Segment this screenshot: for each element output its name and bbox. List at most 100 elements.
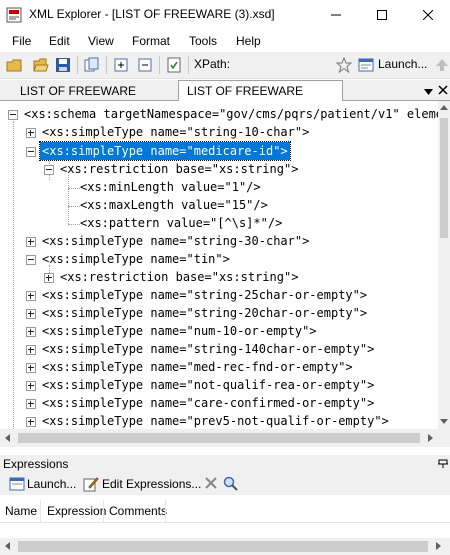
toolbar: XPath: Launch... [0, 52, 450, 79]
menu-file[interactable]: File [12, 34, 31, 48]
edit-icon[interactable] [83, 476, 99, 495]
expand-toggle[interactable] [26, 237, 36, 247]
expressions-launch-button[interactable]: Launch... [27, 477, 76, 491]
tree-connector [68, 175, 69, 224]
expand-all-icon[interactable] [113, 57, 129, 73]
star-icon[interactable] [335, 56, 353, 74]
menu-format[interactable]: Format [132, 34, 170, 48]
expressions-scroll-thumb[interactable] [18, 541, 428, 552]
expressions-grid-header: Name Expression Comments [0, 500, 450, 523]
open-folder-icon[interactable] [33, 57, 49, 73]
edit-expressions-button[interactable]: Edit Expressions... [102, 477, 201, 491]
scroll-right-icon[interactable] [436, 542, 442, 550]
xml-tree-view[interactable]: <xs:schema targetNamespace="gov/cms/pqrs… [0, 101, 438, 429]
delete-icon[interactable] [205, 477, 217, 489]
tree-node[interactable]: <xs:pattern value="[^\s]*"/> [0, 214, 282, 232]
tree-node[interactable]: <xs:simpleType name="string-20char-or-em… [0, 304, 367, 322]
expand-toggle[interactable] [26, 399, 36, 409]
launch-button[interactable]: Launch... [378, 57, 427, 71]
expand-toggle[interactable] [26, 128, 36, 138]
menu-help[interactable]: Help [236, 34, 261, 48]
launch-icon[interactable] [9, 476, 25, 495]
tab-list-arrow-icon[interactable] [424, 85, 433, 99]
expand-toggle[interactable] [26, 417, 36, 427]
expand-toggle[interactable] [26, 381, 36, 391]
tree-node[interactable]: <xs:restriction base="xs:string"> [0, 268, 298, 286]
scroll-down-icon[interactable] [440, 419, 448, 425]
tree-node[interactable]: <xs:simpleType name="not-qualif-rea-or-e… [0, 376, 374, 394]
node-text: <xs:pattern value="[^\s]*"/> [80, 216, 283, 230]
menu-edit[interactable]: Edit [49, 34, 70, 48]
expand-toggle[interactable] [44, 273, 54, 283]
node-text: <xs:simpleType name="not-qualif-rea-or-e… [42, 378, 375, 392]
toolbar-separator [106, 56, 107, 74]
toolbar-separator [188, 56, 189, 74]
expand-toggle[interactable] [26, 345, 36, 355]
title-bar: XML Explorer - [LIST OF FREEWARE (3).xsd… [0, 0, 450, 30]
search-icon[interactable] [223, 476, 238, 491]
tree-node-schema[interactable]: <xs:schema targetNamespace="gov/cms/pqrs… [0, 105, 438, 123]
expressions-panel-header: Expressions [0, 455, 450, 473]
node-text: <xs:simpleType name="prev5-not-qualif-or… [42, 414, 389, 428]
tree-node[interactable]: <xs:simpleType name="num-10-or-empty"> [0, 322, 317, 340]
minimize-button[interactable] [313, 0, 359, 30]
collapse-toggle[interactable] [26, 147, 36, 157]
expand-toggle[interactable] [26, 291, 36, 301]
column-divider[interactable] [165, 500, 166, 522]
expand-toggle[interactable] [26, 327, 36, 337]
collapse-toggle[interactable] [8, 110, 18, 120]
tree-node[interactable]: <xs:minLength value="1"/> [0, 178, 261, 196]
node-text: <xs:simpleType name="string-10-char"> [42, 125, 310, 139]
tree-node[interactable]: <xs:simpleType name="care-confirmed-or-e… [0, 394, 374, 412]
tree-node[interactable]: <xs:simpleType name="string-25char-or-em… [0, 286, 367, 304]
menu-bar: File Edit View Format Tools Help [0, 30, 450, 52]
expand-toggle[interactable] [26, 309, 36, 319]
horizontal-scroll-thumb[interactable] [18, 433, 420, 443]
collapse-toggle[interactable] [44, 165, 54, 175]
save-icon[interactable] [55, 57, 71, 73]
scroll-up-icon[interactable] [440, 105, 448, 111]
copy-icon[interactable] [84, 57, 100, 73]
tree-node[interactable]: <xs:restriction base="xs:string"> [0, 160, 298, 178]
node-text: <xs:simpleType name="string-25char-or-em… [42, 288, 368, 302]
close-button[interactable] [405, 0, 450, 30]
menu-tools[interactable]: Tools [189, 34, 217, 48]
validate-icon[interactable] [166, 57, 182, 73]
tree-node-selected[interactable]: <xs:simpleType name="medicare-id"> [0, 141, 291, 161]
pin-icon[interactable] [438, 459, 448, 469]
scroll-right-icon[interactable] [428, 434, 434, 442]
launch-icon[interactable] [358, 57, 374, 73]
scroll-left-icon[interactable] [5, 434, 11, 442]
vertical-scroll-thumb[interactable] [440, 118, 448, 238]
node-text: <xs:simpleType name="tin"> [42, 252, 230, 266]
scroll-left-icon[interactable] [5, 542, 11, 550]
tab-strip: LIST OF FREEWARE (2).xsd LIST OF FREEWAR… [0, 80, 450, 118]
tree-node[interactable]: <xs:simpleType name="string-30-char"> [0, 232, 309, 250]
maximize-icon [377, 10, 387, 20]
maximize-button[interactable] [359, 0, 405, 30]
tab-file-2[interactable]: LIST OF FREEWARE (2).xsd [12, 82, 180, 116]
column-name[interactable]: Name [5, 504, 37, 518]
tab-close-icon[interactable] [438, 84, 448, 98]
column-divider[interactable] [40, 500, 41, 522]
collapse-toggle[interactable] [26, 255, 36, 265]
tree-node[interactable]: <xs:simpleType name="string-140char-or-e… [0, 340, 374, 358]
tree-node[interactable]: <xs:simpleType name="prev5-not-qualif-or… [0, 412, 389, 429]
tree-node[interactable]: <xs:simpleType name="tin"> [0, 250, 230, 268]
tree-node[interactable]: <xs:simpleType name="med-rec-fnd-or-empt… [0, 358, 353, 376]
column-expression[interactable]: Expression [47, 504, 106, 518]
column-divider[interactable] [103, 500, 104, 522]
node-text: <xs:simpleType name="care-confirmed-or-e… [42, 396, 375, 410]
tree-node[interactable]: <xs:maxLength value="15"/> [0, 196, 268, 214]
expand-toggle[interactable] [26, 363, 36, 373]
up-arrow-icon[interactable] [434, 57, 450, 73]
menu-view[interactable]: View [88, 34, 114, 48]
node-text: <xs:simpleType name="med-rec-fnd-or-empt… [42, 360, 353, 374]
new-folder-icon[interactable] [6, 57, 22, 73]
minimize-icon [331, 14, 341, 16]
column-comments[interactable]: Comments [109, 504, 167, 518]
collapse-all-icon[interactable] [137, 57, 153, 73]
node-text: <xs:restriction base="xs:string"> [60, 162, 299, 176]
tree-node[interactable]: <xs:simpleType name="string-10-char"> [0, 123, 309, 141]
tab-file-3[interactable]: LIST OF FREEWARE (3).xsd [178, 80, 343, 118]
